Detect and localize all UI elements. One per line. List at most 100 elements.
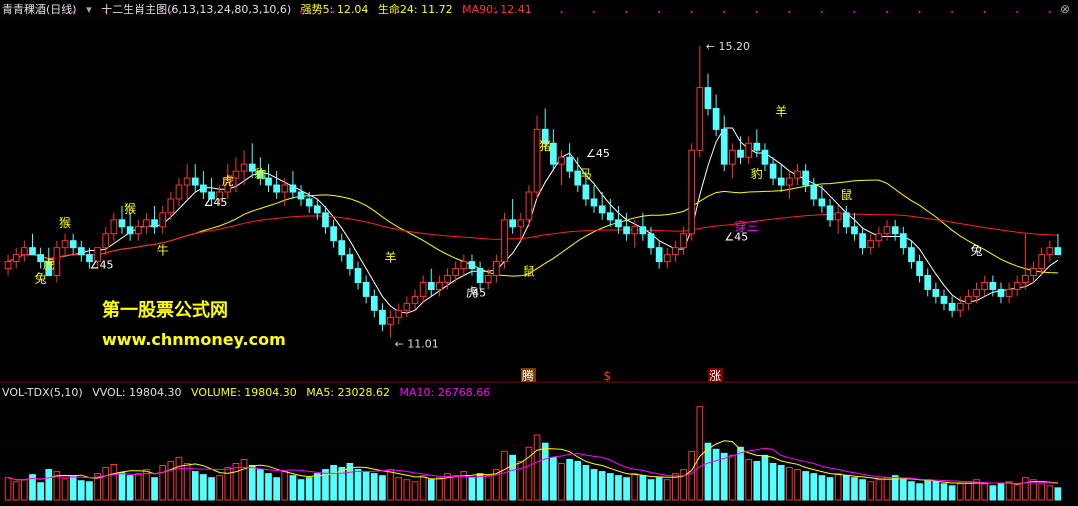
- volume-bar: [663, 479, 671, 501]
- volume-bar: [908, 481, 915, 501]
- volume-bar: [794, 469, 801, 501]
- signal-dot: [755, 11, 758, 13]
- volume-bar: [61, 478, 69, 501]
- volume-bar: [452, 475, 460, 501]
- signal-dot: [625, 11, 628, 13]
- candle-body: [598, 205, 606, 214]
- zodiac-label: 马: [580, 167, 592, 181]
- volume-bar: [509, 454, 517, 501]
- volume-bar: [842, 475, 850, 501]
- candle-body: [313, 205, 321, 214]
- candle-body: [940, 295, 948, 304]
- volume-bar: [436, 477, 443, 501]
- candle-body: [802, 170, 809, 186]
- candle-body: [729, 149, 736, 165]
- candle-body: [322, 212, 329, 228]
- candle-body: [859, 233, 866, 249]
- candle-body: [444, 275, 451, 283]
- volume-bar: [1046, 485, 1054, 501]
- candle-body: [875, 233, 883, 242]
- signal-dot: [820, 11, 823, 13]
- bottom-marker: 腾: [522, 368, 534, 383]
- vol-name[interactable]: VOL-TDX(5,10): [2, 386, 83, 399]
- volume-bar: [354, 469, 362, 501]
- volume-bar: [1005, 481, 1013, 501]
- volume-bar: [12, 481, 20, 501]
- volume-bar: [712, 448, 720, 501]
- candle-body: [395, 309, 403, 318]
- close-icon[interactable]: ⊗: [1060, 2, 1070, 16]
- candle-body: [330, 226, 337, 242]
- volume-bar: [151, 477, 158, 501]
- volume-bar: [639, 475, 647, 501]
- candle-body: [997, 288, 1005, 297]
- candle-body: [745, 142, 753, 158]
- volume-bar: [574, 460, 582, 501]
- indicator-name[interactable]: 十二生肖主图(6,13,13,24,80,3,10,6): [101, 3, 291, 16]
- candle-body: [476, 268, 484, 283]
- volume-bar: [257, 469, 264, 501]
- volume-bar: [802, 471, 809, 501]
- volume-bar: [615, 475, 622, 501]
- candle-body: [346, 254, 354, 270]
- candle-body: [501, 219, 508, 263]
- candle-body: [110, 219, 118, 235]
- volume-bar: [167, 460, 175, 501]
- zodiac-label: 猴: [59, 216, 71, 230]
- volume-bar: [134, 473, 142, 501]
- volume-bar: [240, 458, 248, 501]
- candle-body: [354, 268, 362, 283]
- volume-bar: [956, 483, 964, 501]
- volume-bar: [737, 446, 744, 501]
- volume-bar: [427, 479, 435, 501]
- volume-bar: [948, 485, 956, 501]
- candle-body: [240, 163, 248, 172]
- kline-chart[interactable]: ← 15.20← 11.01兔虎猴猴牛虎豹羊虎鼠猪马豹羊鼠兔马∠45∠4545∠…: [0, 0, 1078, 506]
- volume-bar: [729, 454, 736, 501]
- candle-body: [1030, 268, 1037, 277]
- signal-dot: [658, 11, 661, 13]
- volume-bar: [590, 469, 598, 501]
- volume-bar: [916, 483, 923, 501]
- candle-body: [916, 261, 923, 277]
- signal-dot: [918, 11, 921, 13]
- candle-body: [525, 191, 533, 221]
- candle-body: [826, 205, 834, 221]
- volume-bar: [810, 473, 818, 501]
- candle-body: [273, 184, 280, 193]
- candle-body: [517, 219, 525, 228]
- candle-body: [753, 142, 761, 151]
- candle-body: [549, 142, 557, 165]
- volume-bar: [281, 471, 289, 501]
- volume-bar: [818, 475, 826, 501]
- volume-bar: [786, 467, 793, 501]
- volume-bar: [159, 465, 167, 501]
- candle-body: [769, 163, 777, 179]
- candle-body: [688, 149, 696, 235]
- signal-dot: [723, 11, 726, 13]
- zodiac-label: 猪: [539, 139, 551, 153]
- volume-bar: [1038, 483, 1046, 501]
- volume-bar: [305, 477, 313, 501]
- special-label: 穿三: [735, 218, 759, 233]
- volume-bar: [745, 458, 753, 501]
- candle-body: [362, 281, 370, 297]
- zodiac-label: 猴: [124, 202, 136, 216]
- candle-body: [786, 177, 793, 186]
- zodiac-label: 虎: [222, 174, 234, 188]
- volume-bar: [403, 479, 411, 501]
- zodiac-label: 羊: [775, 103, 787, 118]
- volume-bar: [989, 485, 997, 501]
- volume-bar: [1022, 477, 1029, 501]
- volume-bar: [655, 477, 663, 501]
- volume-bar: [419, 475, 427, 501]
- signal-dot: [788, 11, 791, 13]
- candle-body: [427, 281, 435, 290]
- stock-name[interactable]: 青青稞酒(日线): [2, 3, 77, 16]
- candle-body: [965, 295, 972, 304]
- volume-bar: [623, 477, 630, 501]
- ma5-value: MA5: 23028.62: [306, 386, 390, 399]
- volume-bar: [118, 472, 126, 501]
- down-arrow-icon[interactable]: ▾: [86, 3, 92, 16]
- candle-body: [61, 240, 69, 249]
